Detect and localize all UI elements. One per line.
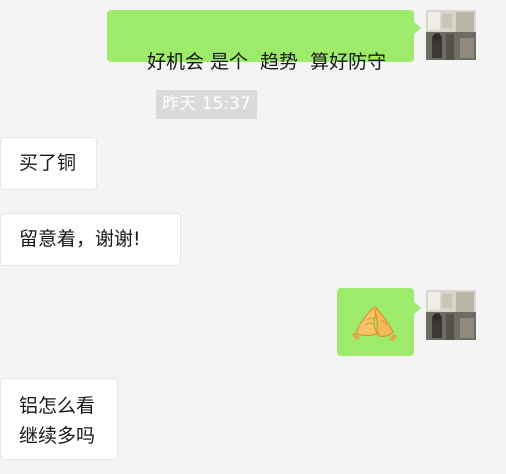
my-avatar[interactable] xyxy=(426,290,476,340)
incoming-message[interactable]: 买了铜 xyxy=(0,137,97,190)
message-text: 留意着，谢谢! xyxy=(19,228,141,250)
outgoing-message[interactable]: 好机会 是个 趋势 算好防守 xyxy=(107,10,414,73)
my-avatar[interactable] xyxy=(426,10,476,60)
folded-hands-icon xyxy=(352,306,397,341)
outgoing-emoji-message[interactable] xyxy=(337,288,414,356)
incoming-message[interactable]: 留意着，谢谢! xyxy=(0,213,181,266)
message-text-line: 铝怎么看 xyxy=(19,395,96,417)
message-text: 好机会 是个 趋势 算好防守 xyxy=(146,51,387,73)
incoming-message[interactable]: 铝怎么看 继续多吗 xyxy=(0,378,118,460)
bubble-tail xyxy=(414,302,421,314)
message-timestamp: 昨天 15:37 xyxy=(156,90,257,119)
message-text-line: 继续多吗 xyxy=(19,425,96,447)
message-text: 买了铜 xyxy=(19,152,77,174)
bubble-tail xyxy=(414,22,421,34)
